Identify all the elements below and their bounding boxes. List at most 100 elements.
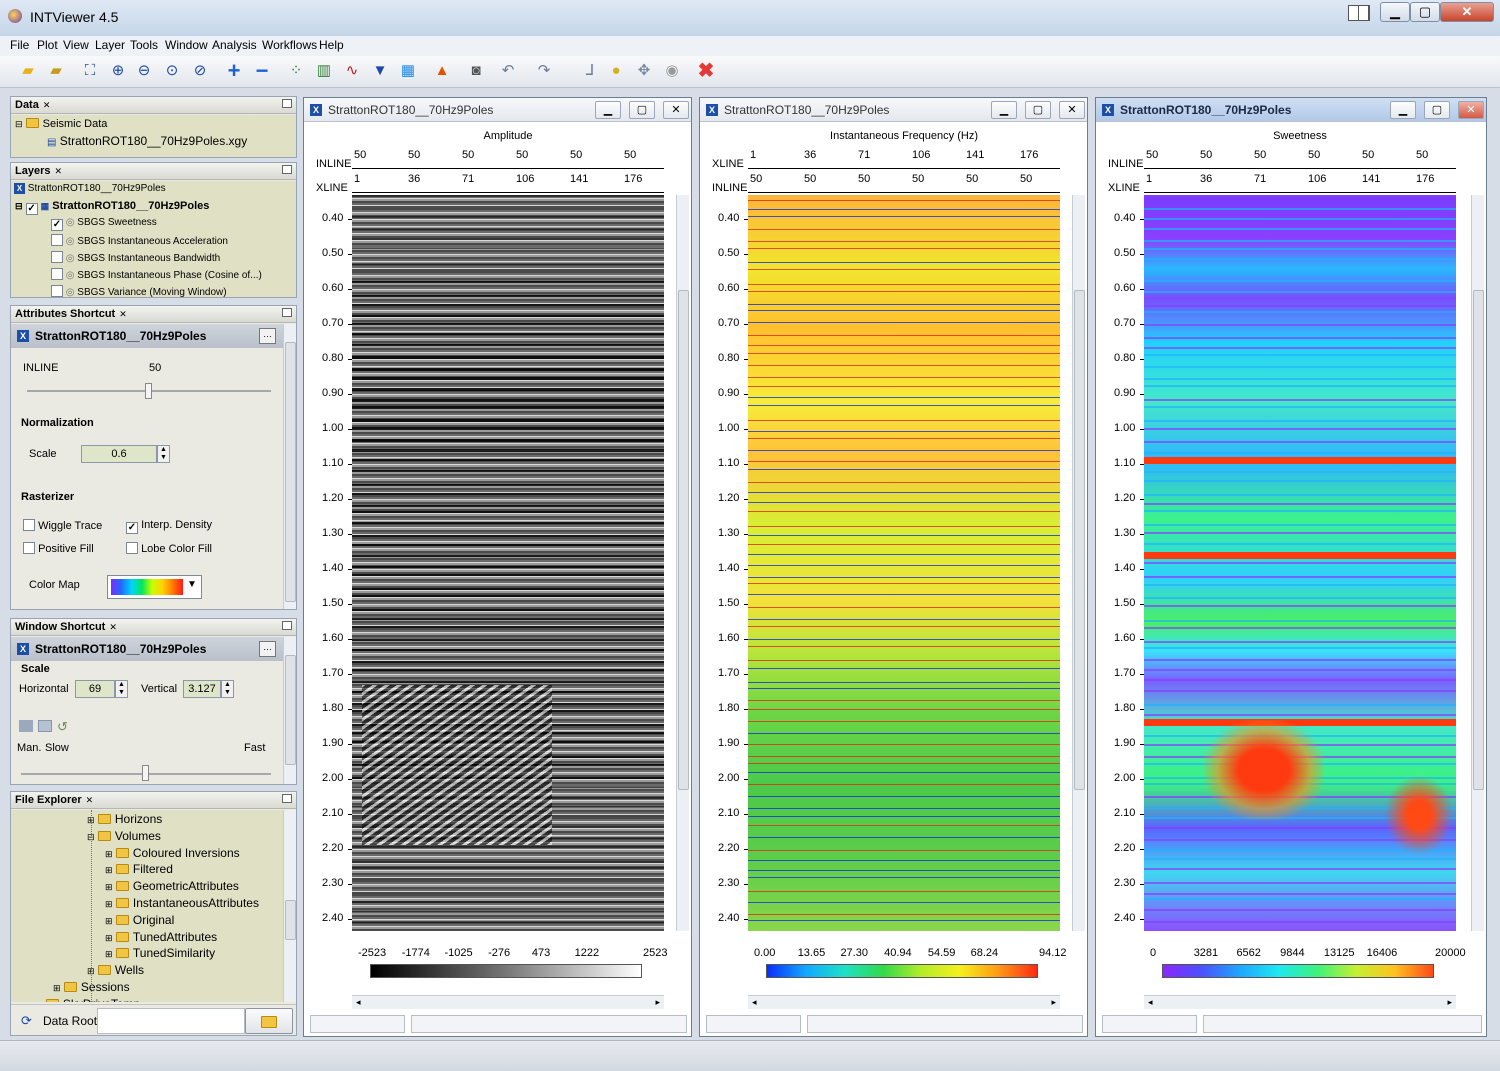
layer-item[interactable]: ✓ ◎ SBGS Sweetness (51, 217, 157, 231)
scroll-thumb[interactable] (285, 342, 296, 602)
minimize-icon[interactable] (282, 165, 292, 174)
menu-view[interactable]: View (63, 38, 89, 52)
view-minimize-button[interactable]: ▁ (595, 101, 621, 119)
layer-item[interactable]: ◎ SBGS Instantaneous Acceleration (51, 234, 228, 247)
tree-node-file[interactable]: ▤ StrattonROT180__70Hz9Poles.xgy (47, 134, 247, 148)
view-maximize-button[interactable]: ▢ (629, 101, 655, 119)
undo-icon[interactable]: ↶ (498, 61, 518, 81)
view-close-button[interactable]: ✕ (1059, 101, 1085, 119)
file-tree-item[interactable]: ⊞ SkyDriveTemp (35, 997, 140, 1002)
window-scrollbar[interactable] (283, 637, 296, 784)
menu-help[interactable]: Help (319, 38, 344, 52)
file-tree-item[interactable]: ⊞ TunedSimilarity (105, 946, 215, 960)
expand-icon[interactable]: ⊞ (35, 1000, 43, 1002)
menu-analysis[interactable]: Analysis (212, 38, 257, 52)
seismic-view-3[interactable]: X StrattonROT180__70Hz9Poles ▁ ▢ ✕ Sweet… (1095, 97, 1487, 1037)
expand-icon[interactable]: ⊞ (105, 899, 113, 909)
snapshot-icon[interactable]: ◙ (466, 61, 486, 81)
hint-icon[interactable]: ● (606, 61, 626, 81)
view-horizontal-scrollbar[interactable]: ◂ ▸ (748, 995, 1060, 1009)
zoom-reset-icon[interactable]: ⊘ (190, 61, 210, 81)
layer-item[interactable]: ◎ SBGS Instantaneous Bandwidth (51, 251, 220, 264)
seismic-view-2[interactable]: X StrattonROT180__70Hz9Poles ▁ ▢ ✕ Insta… (699, 97, 1088, 1037)
expand-icon[interactable]: ⊞ (105, 865, 113, 875)
open-folder-icon[interactable]: ▰ (18, 61, 38, 81)
scale-spinner[interactable]: ▲ ▼ (157, 445, 170, 463)
close-button[interactable]: ✕ (1440, 2, 1494, 22)
color-map-select[interactable]: ▼ (107, 575, 202, 599)
panel-close-icon[interactable]: ✕ (119, 309, 127, 319)
panel-close-icon[interactable]: ✕ (109, 622, 117, 632)
file-tree-item[interactable]: ⊞ TunedAttributes (105, 930, 217, 944)
scroll-left-icon[interactable]: ◂ (752, 997, 757, 1008)
expand-icon[interactable]: ⊞ (105, 849, 113, 859)
expand-icon[interactable]: ⊞ (53, 983, 61, 993)
crossplot-icon[interactable]: ▼ (370, 61, 390, 81)
seismic-section[interactable] (1144, 195, 1456, 931)
tree-node-seismic-data[interactable]: ⊟ Seismic Data (15, 118, 107, 130)
maximize-button[interactable]: ▢ (1410, 2, 1440, 22)
more-button[interactable]: … (259, 328, 276, 344)
interp-density-option[interactable]: ✓ Interp. Density (126, 519, 212, 534)
lobe-color-fill-option[interactable]: Lobe Color Fill (126, 542, 212, 555)
link-icon[interactable] (38, 720, 52, 732)
redo-icon[interactable]: ↷ (534, 61, 554, 81)
minimize-icon[interactable] (282, 621, 292, 630)
view-close-button[interactable]: ✕ (663, 101, 689, 119)
map-view-icon[interactable]: ▦ (398, 61, 418, 81)
measure-icon[interactable]: ⅃ (580, 61, 600, 81)
scroll-thumb[interactable] (285, 655, 296, 765)
file-tree-item[interactable]: ⊞ Coloured Inversions (105, 846, 240, 860)
expand-icon[interactable]: ⊞ (105, 882, 113, 892)
minimize-icon[interactable] (282, 794, 292, 803)
layer-root[interactable]: X StrattonROT180__70Hz9Poles (14, 183, 166, 194)
browse-button[interactable] (245, 1008, 293, 1034)
sync-icon[interactable] (19, 720, 33, 732)
scroll-left-icon[interactable]: ◂ (1148, 997, 1153, 1008)
panel-close-icon[interactable]: ✕ (54, 166, 62, 176)
layer-checkbox[interactable] (51, 268, 63, 280)
scroll-thumb[interactable] (678, 290, 689, 790)
zoom-rect-icon[interactable]: ⊙ (162, 61, 182, 81)
layer-checkbox[interactable] (51, 285, 63, 297)
zoom-in-icon[interactable]: ⊕ (108, 61, 128, 81)
layer-checkbox[interactable]: ✓ (51, 219, 63, 231)
add-layer-icon[interactable]: + (224, 60, 244, 82)
menu-plot[interactable]: Plot (37, 38, 58, 52)
expand-icon[interactable]: ⊞ (105, 949, 113, 959)
more-button[interactable]: … (259, 641, 276, 657)
menu-tools[interactable]: Tools (130, 38, 158, 52)
panel-close-icon[interactable]: ✕ (43, 100, 51, 110)
interp-checkbox[interactable]: ✓ (126, 522, 138, 534)
seismic-section[interactable] (748, 195, 1060, 931)
file-scrollbar[interactable] (283, 810, 296, 1002)
file-tree-item[interactable]: ⊞ Horizons (87, 812, 162, 826)
file-tree-item[interactable]: ⊞ GeometricAttributes (105, 879, 239, 893)
animate-icon[interactable]: ↺ (57, 719, 68, 735)
horizontal-input[interactable]: 69 (75, 680, 115, 698)
file-tree-item[interactable]: ⊞ Filtered (105, 862, 173, 876)
layer-item[interactable]: ◎ SBGS Variance (Moving Window) (51, 285, 227, 298)
attributes-scrollbar[interactable] (283, 324, 296, 609)
view-vertical-scrollbar[interactable] (676, 195, 689, 931)
view-maximize-button[interactable]: ▢ (1424, 101, 1450, 119)
expand-icon[interactable]: ⊞ (105, 916, 113, 926)
remove-layer-icon[interactable]: − (252, 60, 272, 82)
view-close-button[interactable]: ✕ (1458, 101, 1484, 119)
scroll-left-icon[interactable]: ◂ (356, 997, 361, 1008)
layer-dataset[interactable]: ⊟ ✓ ▦ StrattonROT180__70Hz9Poles (15, 200, 209, 215)
lobe-checkbox[interactable] (126, 542, 138, 554)
view-minimize-button[interactable]: ▁ (991, 101, 1017, 119)
menu-file[interactable]: File (10, 38, 29, 52)
expand-icon[interactable]: ⊞ (105, 933, 113, 943)
file-tree-item[interactable]: ⊞ Original (105, 913, 174, 927)
scatter-plot-icon[interactable]: ⁘ (286, 61, 306, 81)
minimize-icon[interactable] (282, 308, 292, 317)
file-tree-item[interactable]: ⊞ Wells (87, 963, 144, 977)
scroll-thumb[interactable] (1473, 290, 1484, 790)
menu-layer[interactable]: Layer (95, 38, 125, 52)
horizontal-spinner[interactable]: ▲ ▼ (115, 680, 128, 698)
seismic-section[interactable] (352, 195, 664, 931)
file-tree-item[interactable]: ⊟ Volumes (87, 829, 161, 843)
xy-plot-icon[interactable]: ∿ (342, 61, 362, 81)
